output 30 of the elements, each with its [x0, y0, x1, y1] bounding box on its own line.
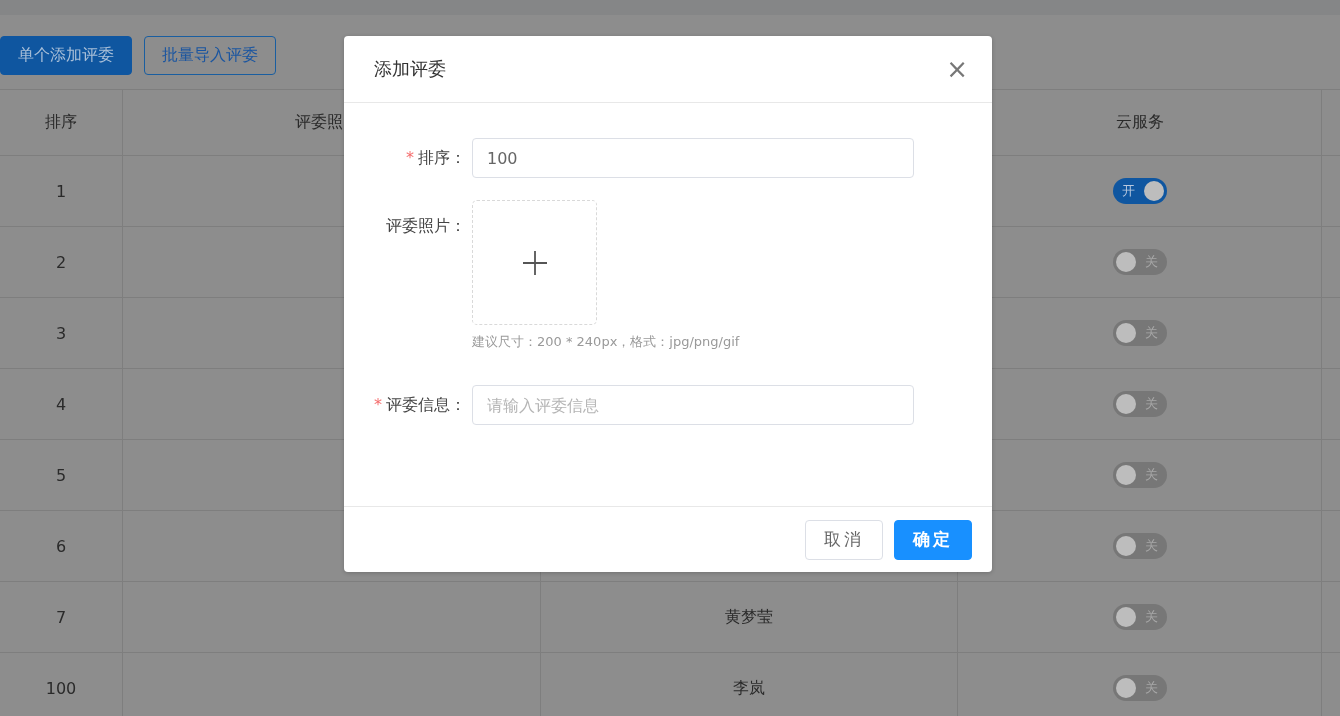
column-header: 排序 [45, 112, 77, 133]
order-cell: 6 [55, 536, 67, 556]
column-header: 评委照 [295, 112, 343, 133]
order-cell: 1 [55, 181, 67, 201]
order-cell: 7 [55, 607, 67, 627]
upload-box[interactable] [472, 200, 597, 325]
order-cell: 2 [55, 252, 67, 272]
cancel-button[interactable]: 取消 [805, 519, 883, 560]
add-judge-button[interactable]: 单个添加评委 [0, 36, 132, 75]
order-cell: 5 [55, 465, 67, 485]
field-label: 评委照片： [386, 216, 466, 235]
import-judges-button[interactable]: 批量导入评委 [144, 36, 276, 75]
plus-icon [521, 249, 548, 276]
dialog-title: 添加评委 [374, 57, 446, 81]
required-mark: * [374, 395, 382, 414]
order-cell: 3 [55, 323, 67, 343]
input-field[interactable]: 100 [472, 138, 914, 178]
field-label: 评委信息： [386, 395, 466, 414]
name-cell: 黄梦莹 [725, 606, 773, 628]
field-label: 排序： [418, 148, 466, 167]
name-cell: 李岚 [733, 677, 765, 699]
column-header: 云服务 [1115, 112, 1164, 133]
upload-hint: 建议尺寸：200 * 240px，格式：jpg/png/gif [472, 333, 740, 351]
order-cell: 100 [45, 678, 77, 698]
confirm-button[interactable]: 确定 [894, 519, 972, 560]
close-button[interactable]: × [946, 56, 968, 82]
required-mark: * [406, 148, 414, 167]
toggle-switch[interactable]: 开 [1112, 178, 1167, 204]
order-cell: 4 [55, 394, 67, 414]
input-field[interactable]: 请输入评委信息 [472, 385, 914, 425]
